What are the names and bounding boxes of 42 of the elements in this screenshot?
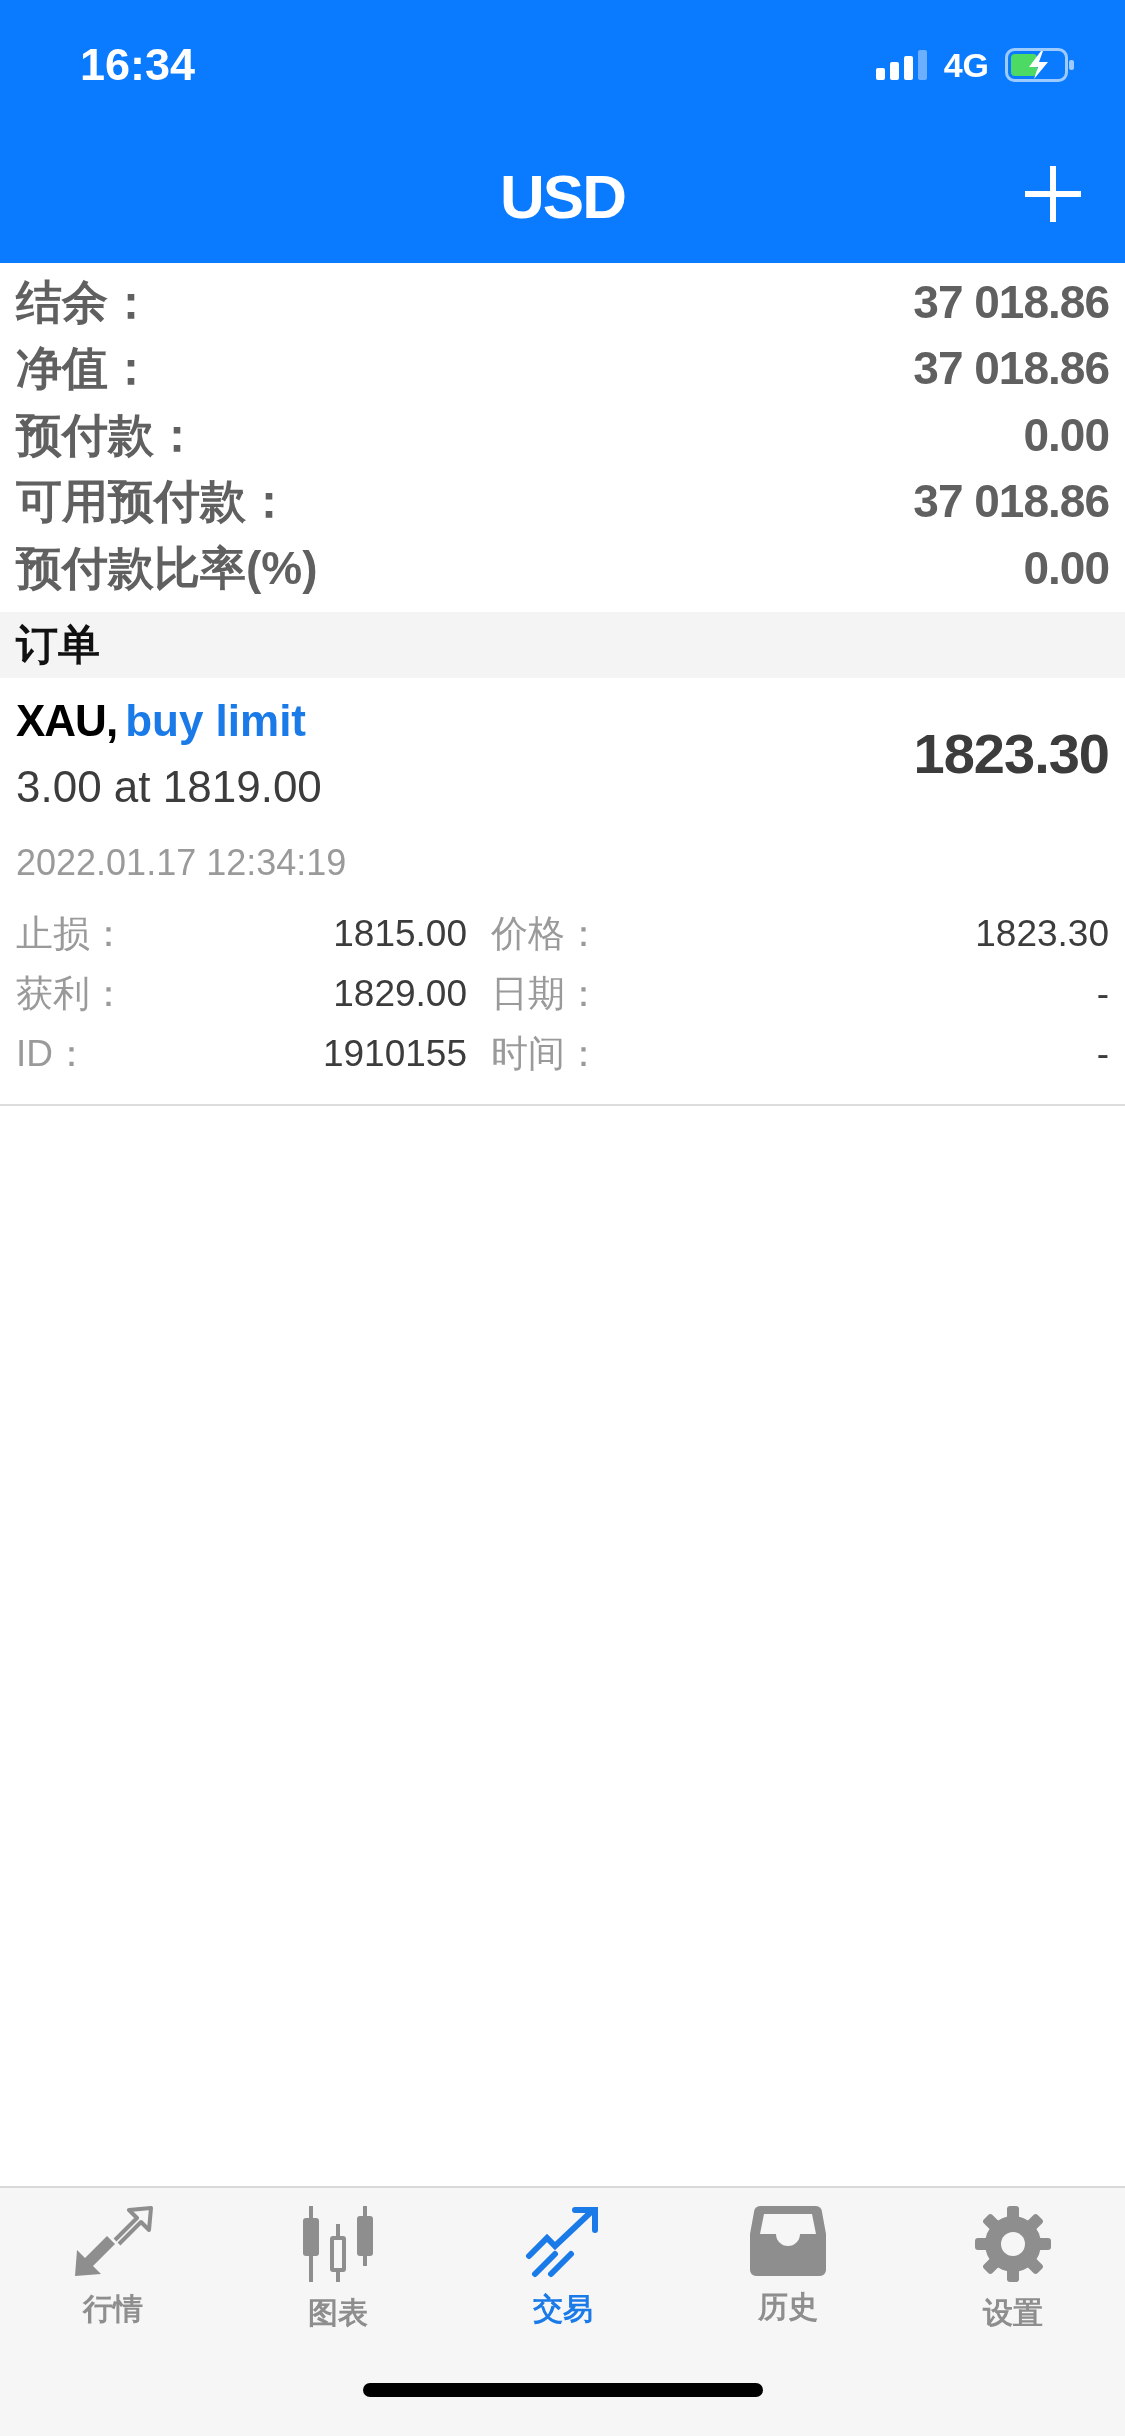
detail-label: 止损： xyxy=(16,911,127,956)
section-title: 订单 xyxy=(16,620,100,670)
summary-value: 37 018.86 xyxy=(913,341,1109,397)
order-type: buy limit xyxy=(125,694,307,747)
network-label: 4G xyxy=(943,44,989,86)
detail-label: ID： xyxy=(16,1031,90,1076)
summary-value: 37 018.86 xyxy=(913,474,1109,530)
order-symbol: XAU, xyxy=(16,694,118,747)
tab[interactable]: 交易 xyxy=(450,2188,675,2335)
order-time: 2022.01.17 12:34:19 xyxy=(16,840,348,885)
detail-label: 时间： xyxy=(491,1031,602,1076)
detail-label: 价格： xyxy=(491,911,602,956)
detail-value: - xyxy=(1096,1031,1109,1076)
summary-value: 0.00 xyxy=(1023,540,1109,596)
summary-label: 净值： xyxy=(16,341,154,397)
battery-icon xyxy=(1005,48,1075,82)
gear-icon xyxy=(974,2206,1051,2282)
detail-value: 1829.00 xyxy=(333,971,467,1016)
detail-value: 1815.00 xyxy=(333,911,467,956)
summary-label: 可用预付款： xyxy=(16,474,292,530)
summary-value: 0.00 xyxy=(1023,407,1109,463)
tab[interactable]: 设置 xyxy=(900,2188,1125,2335)
detail-value: 1910155 xyxy=(322,1031,467,1076)
order-volume: 3.00 at 1819.00 xyxy=(16,760,322,813)
summary-label: 预付款： xyxy=(16,407,200,463)
summary-label: 结余： xyxy=(16,274,154,330)
trend-arrow-icon xyxy=(524,2206,601,2278)
order-price: 1823.30 xyxy=(913,720,1109,787)
status-time: 16:34 xyxy=(80,38,196,93)
inbox-icon xyxy=(749,2206,826,2276)
header-title: USD xyxy=(500,161,625,233)
detail-value: 1823.30 xyxy=(975,911,1109,956)
tab[interactable]: 历史 xyxy=(675,2188,900,2335)
detail-label: 获利： xyxy=(16,971,127,1016)
summary-label: 预付款比率(%) xyxy=(16,540,318,596)
signal-icon xyxy=(875,50,928,80)
arrows-icon xyxy=(72,2206,153,2278)
tab[interactable]: 图表 xyxy=(225,2188,450,2335)
detail-label: 日期： xyxy=(491,971,602,1016)
summary-value: 37 018.86 xyxy=(913,274,1109,330)
detail-value: - xyxy=(1096,971,1109,1016)
tab[interactable]: 行情 xyxy=(0,2188,225,2335)
